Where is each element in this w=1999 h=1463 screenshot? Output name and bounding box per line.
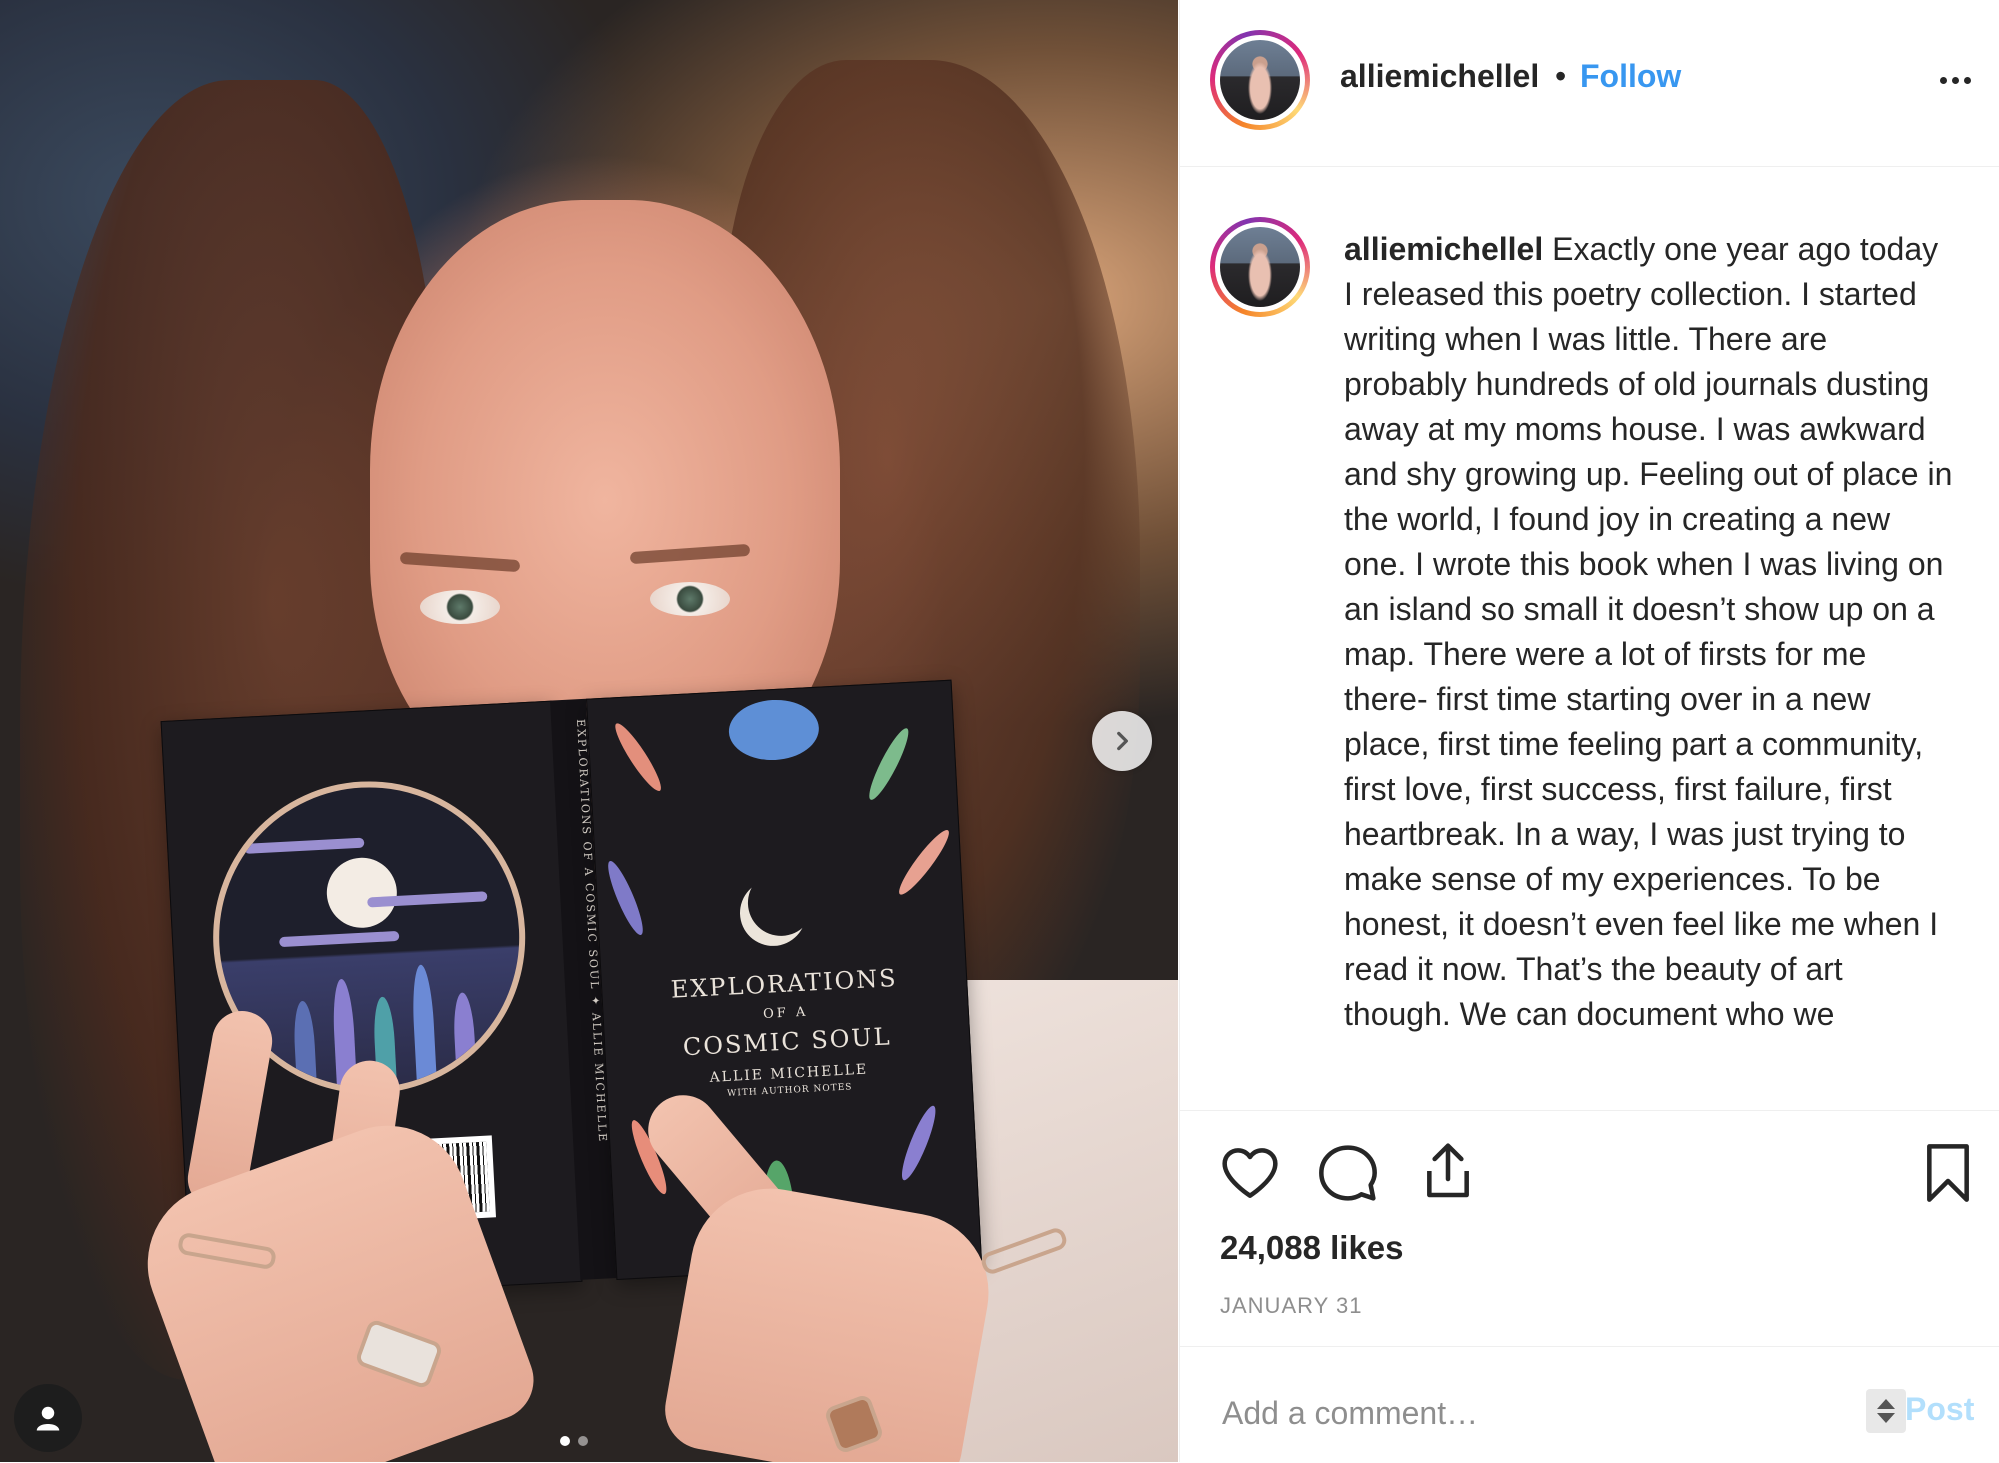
crescent-moon-shape [741,863,820,942]
post-comment-button[interactable]: Post [1905,1391,1974,1428]
author-username-link[interactable]: alliemichellel [1340,58,1539,95]
post-details-panel: alliemichellel • Follow alliemichellel E… [1179,0,1999,1462]
caption-author-avatar[interactable] [1210,217,1310,317]
heart-icon [1222,1148,1278,1198]
leaf-shape [893,825,955,900]
leaf-shape [602,858,649,938]
save-button[interactable] [1916,1141,1980,1205]
like-button[interactable] [1218,1141,1282,1205]
user-icon [36,1406,60,1431]
photo-eye-left [420,590,500,624]
carousel-dot[interactable] [578,1436,588,1446]
likes-count[interactable]: 24,088 likes [1220,1229,1404,1267]
arrow-down-icon [1877,1413,1895,1423]
leaf-shape [863,724,915,804]
caption-username-link[interactable]: alliemichellel [1344,231,1543,267]
comment-input[interactable] [1220,1387,1844,1439]
carousel-indicators [560,1436,588,1446]
cloud-shape [244,837,365,854]
more-dot [1951,76,1959,84]
comments-list[interactable]: alliemichellel Exactly one year ago toda… [1180,167,1999,1107]
post-actions: 24,088 likes JANUARY 31 [1180,1110,1999,1351]
photo-eye-right [650,582,730,616]
author-avatar[interactable] [1210,30,1310,130]
resize-stepper[interactable] [1866,1389,1906,1433]
plant-shape [452,992,477,1084]
bookmark-icon [1927,1144,1969,1202]
more-dot [1963,76,1971,84]
post-date[interactable]: JANUARY 31 [1220,1293,1362,1319]
more-options-button[interactable] [1930,60,1980,100]
share-icon [1427,1143,1469,1198]
leaf-shape [727,697,821,763]
avatar-image [1220,40,1300,120]
chevron-right-icon [1117,731,1128,751]
plant-shape [410,964,437,1086]
header-separator: • [1555,58,1567,94]
comment-button[interactable] [1316,1141,1380,1205]
leaf-shape [609,719,667,796]
plant-shape [292,1000,318,1092]
comment-bubble-icon [1319,1145,1377,1201]
share-button[interactable] [1416,1139,1480,1203]
arrow-up-icon [1877,1399,1895,1409]
follow-button[interactable]: Follow [1580,58,1681,95]
leaf-shape [896,1102,942,1184]
tagged-users-button[interactable] [14,1384,82,1452]
post-caption: alliemichellel Exactly one year ago toda… [1344,227,1954,1037]
caption-scroll-area: alliemichellel Exactly one year ago toda… [1180,167,1999,1101]
carousel-dot[interactable] [560,1436,570,1446]
caption-text: Exactly one year ago today I released th… [1344,231,1953,1032]
more-horizontal-icon [1939,76,1947,84]
post-photo[interactable]: EXPLORATIONS OF A COSMIC SOUL ✦ ALLIE MI… [0,0,1178,1462]
cloud-shape [279,930,400,948]
post-header: alliemichellel • Follow [1180,0,1999,167]
add-comment-section: Post [1180,1346,1999,1463]
carousel-next-button[interactable] [1092,711,1152,771]
full-moon-shape [325,856,399,930]
avatar-image [1220,227,1300,307]
